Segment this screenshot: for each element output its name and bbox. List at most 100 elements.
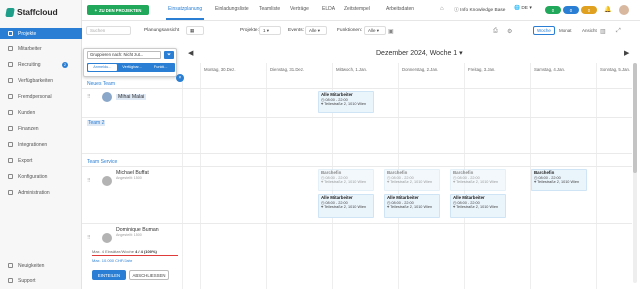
recruiting-icon xyxy=(8,62,13,67)
language-select[interactable]: 🌐 DE ▾ xyxy=(514,6,532,11)
drag-handle-icon[interactable]: ⠿ xyxy=(87,235,91,241)
sidebar-item-administration[interactable]: Administration xyxy=(0,187,82,198)
view-week-button[interactable]: Woche xyxy=(533,26,555,35)
assign-button[interactable]: EINTEILEN xyxy=(92,270,126,280)
status-pill-blue[interactable]: 0 xyxy=(563,6,579,14)
tab-vertraege[interactable]: Verträge xyxy=(290,6,309,12)
sidebar-item-support[interactable]: Support xyxy=(0,275,82,286)
tab-verfuegbarkeiten[interactable]: Verfügbar... xyxy=(118,63,147,72)
avatar xyxy=(102,92,112,102)
assignment-card[interactable]: Alle Mitarbeiter ◷ 08:00 - 22:00 ⌖ Teilest… xyxy=(384,194,440,218)
planning-view-select[interactable]: ▦ xyxy=(186,26,204,35)
projects-filter-label: Projekte: xyxy=(240,28,259,33)
sidebar-item-mitarbeiter[interactable]: Mitarbeiter xyxy=(0,43,82,54)
events-filter-label: Events: xyxy=(288,28,304,33)
assignment-card[interactable]: Alle Mitarbeiter ◷ 08:00 - 22:00 ⌖ Teilest… xyxy=(318,194,374,218)
tab-einsatzplanung[interactable]: Einsatzplanung xyxy=(168,6,202,12)
day-header: Dienstag, 31.Dez. xyxy=(266,63,332,76)
filter-icon[interactable]: ⏷ xyxy=(164,51,174,59)
notifications-icon[interactable]: 🔔 xyxy=(604,6,611,13)
sidebar-item-konfiguration[interactable]: Konfiguration xyxy=(0,171,82,182)
functions-filter-label: Funktionen: xyxy=(337,28,363,33)
employee-name[interactable]: Mihai Malai xyxy=(116,94,147,100)
day-header: Montag, 30.Dez. xyxy=(200,63,266,76)
tab-anmeldungen[interactable]: Anmeldu... xyxy=(88,64,117,71)
row-divider xyxy=(82,223,632,224)
group-by-popover: Gruppieren nach: Nicht zut... ⏷ Anmeldu.… xyxy=(83,48,177,77)
finish-button[interactable]: ABSCHLIESSEN xyxy=(129,270,169,280)
expand-icon[interactable]: ⤢ xyxy=(616,28,621,35)
employee-name[interactable]: Michael Buffat Angestellt: 1500 xyxy=(116,170,149,180)
go-to-projects-button[interactable]: + ZU DEN PROJEKTEN xyxy=(87,5,149,15)
tab-elda[interactable]: ELDA xyxy=(322,6,335,12)
limit-progress-bar xyxy=(92,255,178,256)
sidebar-item-fremdpersonal[interactable]: Fremdpersonal xyxy=(0,91,82,102)
settings-icon[interactable]: ⚙ xyxy=(507,28,512,35)
view-options-button[interactable]: Ansicht xyxy=(579,26,600,35)
home-icon[interactable]: ⌂ xyxy=(440,6,444,12)
status-pill-green[interactable]: 0 xyxy=(545,6,561,14)
columns-icon[interactable]: ▥ xyxy=(600,28,606,35)
column-divider xyxy=(182,76,183,289)
close-icon[interactable]: × xyxy=(176,74,184,82)
events-filter-select[interactable]: Alle ▾ xyxy=(305,26,327,35)
clients-icon xyxy=(8,110,13,115)
tab-zeitstempel[interactable]: Zeitstempel xyxy=(344,6,370,12)
assignment-card[interactable]: Barchefin ◷ 08:00 - 22:00 ⌖ Teilestraße 2,… xyxy=(318,169,374,191)
sidebar-item-verfuegbarkeiten[interactable]: Verfügbarkeiten xyxy=(0,75,82,86)
group-by-select[interactable]: Gruppieren nach: Nicht zut... xyxy=(87,51,161,59)
brand-logo[interactable]: Staffcloud xyxy=(5,7,58,17)
assignment-card[interactable]: Barchefin ◷ 08:00 - 22:00 ⌖ Teilestraße 2,… xyxy=(384,169,440,191)
active-tab-indicator xyxy=(166,18,204,20)
section-title[interactable]: Neues Team xyxy=(87,81,115,87)
sidebar-item-integrationen[interactable]: Integrationen xyxy=(0,139,82,150)
clock-icon: ◷ xyxy=(321,97,325,102)
sidebar-item-recruiting[interactable]: Recruiting 2 xyxy=(0,59,82,70)
tab-teamliste[interactable]: Teamliste xyxy=(259,6,280,12)
projects-filter-select[interactable]: 1 ▾ xyxy=(259,26,281,35)
column-divider xyxy=(200,76,201,289)
functions-filter-select[interactable]: Alle ▾ xyxy=(364,26,386,35)
tab-funktionen[interactable]: Funkti... xyxy=(146,63,175,72)
tab-einladungsliste[interactable]: Einladungsliste xyxy=(215,6,249,12)
prev-week-icon[interactable]: ◀ xyxy=(188,49,193,57)
assignment-card[interactable]: Alle Mitarbeiter ◷ 08:00 - 22:00 ⌖ Teilest… xyxy=(450,194,506,218)
section-title[interactable]: Team Service xyxy=(87,159,117,165)
top-bar: + ZU DEN PROJEKTEN Einsatzplanung Einlad… xyxy=(82,0,640,21)
weekly-limit: Max. 4 Einsätze/Woche 4 / 4 (100%) xyxy=(92,249,157,254)
user-avatar[interactable] xyxy=(619,5,629,15)
recruiting-badge: 2 xyxy=(62,61,68,68)
section-title[interactable]: Team 2 xyxy=(87,120,106,126)
tab-arbeitsdaten[interactable]: Arbeitsdaten xyxy=(386,6,414,12)
search-input[interactable]: Suchen xyxy=(86,26,131,35)
status-pill-orange[interactable]: 0 xyxy=(581,6,597,14)
sidebar-item-finanzen[interactable]: Finanzen xyxy=(0,123,82,134)
employee-name[interactable]: Dominique Buman Angestellt: 1500 xyxy=(116,227,159,237)
week-title[interactable]: Dezember 2024, Woche 1 ▾ xyxy=(376,49,463,57)
row-divider xyxy=(82,117,632,118)
sidebar-item-projekte[interactable]: Projekte xyxy=(0,28,82,39)
sidebar-item-neuigkeiten[interactable]: Neuigkeiten xyxy=(0,260,82,271)
planning-toolbar: Suchen Planungsansicht ▦ Projekte: 1 ▾ E… xyxy=(82,21,640,45)
assignment-card[interactable]: Barchefin ◷ 08:00 - 22:00 ⌖ Teilestraße 2,… xyxy=(531,169,587,191)
day-header: Freitag, 3.Jan. xyxy=(464,63,530,76)
avatar xyxy=(102,176,112,186)
calendar-icon xyxy=(8,78,13,83)
print-icon[interactable]: ⎙ xyxy=(493,28,498,35)
assignment-card[interactable]: Alle Mitarbeiter ◷ 08:00 - 22:00 ⌖ Teile… xyxy=(318,91,374,113)
avatar xyxy=(102,233,112,243)
calendar-icon[interactable]: ▣ xyxy=(388,28,394,35)
sidebar-item-export[interactable]: Export xyxy=(0,155,82,166)
assignment-card[interactable]: Barchefin ◷ 08:00 - 22:00 ⌖ Teilestraße 2,… xyxy=(450,169,506,191)
view-month-button[interactable]: Monat xyxy=(556,26,575,35)
day-header: Donnerstag, 2.Jan. xyxy=(398,63,464,76)
drag-handle-icon[interactable]: ⠿ xyxy=(87,94,91,100)
logo-icon xyxy=(5,7,15,17)
scrollbar-thumb[interactable] xyxy=(633,63,637,173)
next-week-icon[interactable]: ▶ xyxy=(624,49,629,57)
location-icon: ⌖ xyxy=(321,102,324,107)
drag-handle-icon[interactable]: ⠿ xyxy=(87,178,91,184)
row-divider xyxy=(82,153,632,154)
knowledge-base-link[interactable]: ⓘ Info Knowledge Base xyxy=(454,6,505,13)
sidebar-item-kunden[interactable]: Kunden xyxy=(0,107,82,118)
